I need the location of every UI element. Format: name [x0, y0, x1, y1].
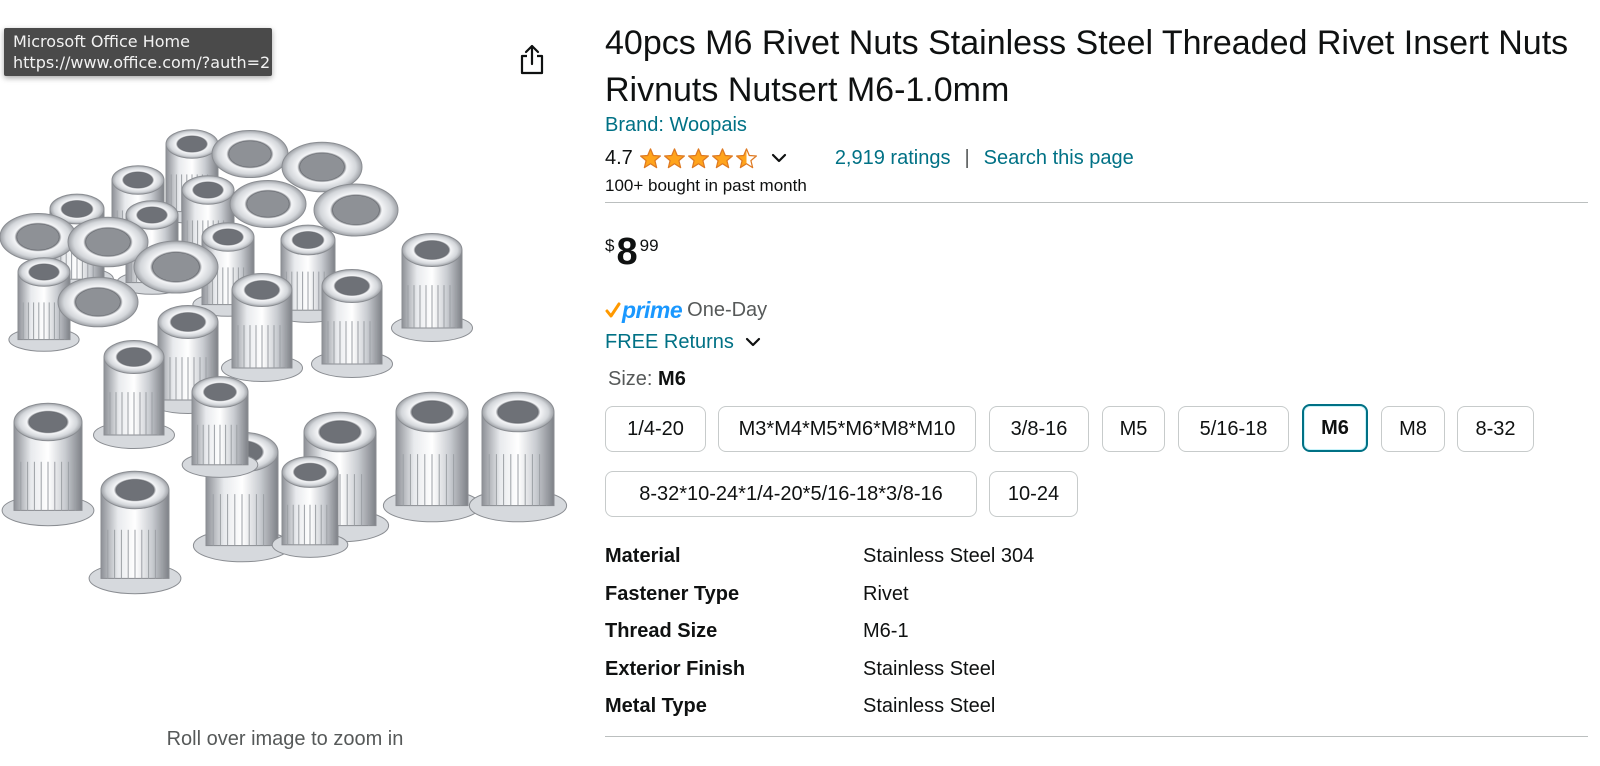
product-title: 40pcs M6 Rivet Nuts Stainless Steel Thre…: [605, 24, 1569, 109]
spec-key: Thread Size: [605, 620, 718, 642]
zoom-hint: Roll over image to zoom in: [166, 728, 404, 750]
star-full-icon: [663, 147, 685, 168]
search-this-page-link[interactable]: Search this page: [984, 147, 1134, 170]
spec-key: Exterior Finish: [605, 658, 746, 680]
star-full-icon: [639, 147, 661, 168]
star-rating[interactable]: [639, 147, 759, 170]
prime-logo: prime: [622, 296, 683, 323]
star-half-icon: [735, 147, 757, 168]
price-fraction: 99: [639, 236, 659, 255]
product-details: 40pcs M6 Rivet Nuts Stainless Steel Thre…: [605, 0, 1590, 766]
price: $ 8 99: [605, 232, 659, 272]
star-full-icon: [711, 147, 733, 168]
spec-key: Metal Type: [605, 695, 707, 717]
free-returns-link[interactable]: FREE Returns: [605, 328, 763, 356]
spec-key: Fastener Type: [605, 583, 740, 605]
price-whole: 8: [616, 231, 638, 273]
spec-key: Material: [605, 545, 681, 567]
spec-value: Stainless Steel 304: [863, 545, 1035, 567]
brand-link[interactable]: Brand: Woopais: [605, 114, 747, 137]
bought-count: 100+ bought in past month: [605, 176, 807, 195]
chevron-down-icon[interactable]: [769, 148, 789, 168]
size-option[interactable]: 8-32*10-24*1/4-20*5/16-18*3/8-16: [605, 471, 977, 517]
size-option-selected[interactable]: M6: [1302, 404, 1368, 452]
tooltip-url: https://www.office.com/?auth=2: [13, 53, 271, 72]
spec-value: Stainless Steel: [863, 695, 996, 717]
rating-value: 4.7: [605, 146, 633, 169]
size-label: Size: M6: [608, 368, 686, 391]
prime-speed: One-Day: [687, 298, 768, 321]
size-option[interactable]: 8-32: [1457, 406, 1534, 452]
size-selected-value: M6: [658, 368, 686, 390]
rating-row: 4.7 2,919 ratings | Search this page: [605, 144, 1134, 172]
product-image-column: Microsoft Office Home https://www.office…: [0, 0, 580, 766]
size-label-text: Size:: [608, 368, 653, 390]
separator: |: [964, 146, 970, 169]
tooltip-title: Microsoft Office Home: [13, 32, 190, 51]
size-option[interactable]: M8: [1381, 406, 1445, 452]
link-tooltip: Microsoft Office Home https://www.office…: [4, 28, 272, 76]
ratings-count-link[interactable]: 2,919 ratings: [835, 147, 951, 170]
divider: [605, 202, 1588, 203]
spec-value: M6-1: [863, 620, 909, 642]
free-returns-label: FREE Returns: [605, 330, 734, 353]
size-option[interactable]: 3/8-16: [989, 406, 1089, 452]
size-option[interactable]: M3*M4*M5*M6*M8*M10: [718, 406, 976, 452]
price-symbol: $: [605, 236, 615, 255]
spec-value: Stainless Steel: [863, 658, 996, 680]
size-option[interactable]: 10-24: [989, 471, 1078, 517]
share-icon[interactable]: [517, 42, 547, 76]
product-image[interactable]: [0, 112, 580, 612]
size-option[interactable]: 1/4-20: [605, 406, 706, 452]
spec-value: Rivet: [863, 583, 909, 605]
prime-badge[interactable]: prime One-Day: [605, 296, 767, 324]
prime-check-icon: [605, 302, 621, 318]
star-full-icon: [687, 147, 709, 168]
divider: [605, 736, 1588, 737]
size-option[interactable]: 5/16-18: [1178, 406, 1289, 452]
size-option[interactable]: M5: [1102, 406, 1165, 452]
chevron-down-icon[interactable]: [743, 332, 763, 352]
